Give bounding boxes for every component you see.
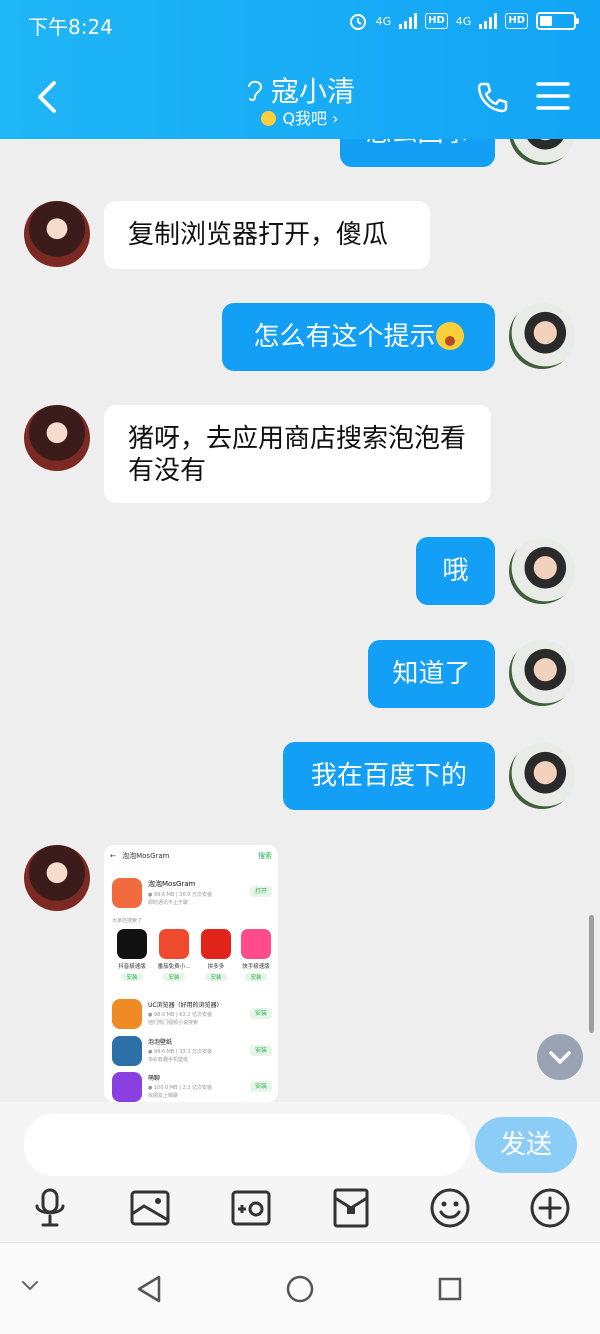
shot-install-button: 安装 <box>250 1008 272 1019</box>
shot-section-title: 大家还搜索了 <box>112 918 143 924</box>
shot-open-button: 打开 <box>250 886 272 897</box>
avatar-self[interactable] <box>509 743 575 809</box>
shot-top-app-meta: ● 99.6 MB | 36.9 万次安装 <box>148 892 213 898</box>
system-nav-bar <box>0 1242 600 1334</box>
plus-icon[interactable] <box>528 1186 572 1230</box>
shot-install-button: 安装 <box>250 1045 272 1056</box>
shot-app-grid: 抖音极速版 安装 番茄免费小... 安装 拼多多 安装 快手极速版 安装 <box>108 929 274 985</box>
shot-search-button: 搜索 <box>258 852 272 860</box>
avatar-contact[interactable] <box>24 405 90 471</box>
network-type-2: 4G <box>455 14 472 28</box>
shot-list-app-meta: ● 99.6 MB | 33.3 万次安装 <box>148 1049 213 1055</box>
shot-list-app-meta: ● 100.0 MB | 2.3 亿次安装 <box>148 1085 213 1091</box>
shot-grid-app-action: 安装 <box>245 973 267 981</box>
kuaishou-icon <box>241 929 271 959</box>
message-bubble-outgoing[interactable]: 哦 <box>416 537 495 605</box>
shot-top-app-desc: 即时通讯不止于聊 <box>148 900 189 906</box>
shot-list-app-name: 萌聊 <box>148 1075 161 1082</box>
shot-grid-app-action: 安装 <box>205 973 227 981</box>
tomato-novel-icon <box>159 929 189 959</box>
shot-list-app-name: UC浏览器（好用的浏览器） <box>148 1002 223 1009</box>
shot-list-app-info: 泡泡壁纸 ● 99.6 MB | 33.3 万次安装 多彩有趣手机壁纸 <box>148 1037 248 1063</box>
avatar-self[interactable] <box>509 303 575 369</box>
contact-name: 寇小清 <box>270 75 355 108</box>
shot-list-app-info: 萌聊 ● 100.0 MB | 2.3 亿次安装 找朋友上萌聊 <box>148 1073 248 1099</box>
shot-grid-app: 快手极速版 安装 <box>236 929 276 981</box>
status-icons: 4G HD 4G HD <box>348 11 579 31</box>
shot-grid-app: 拼多多 安装 <box>196 929 236 981</box>
shot-list-app-desc: 他们热门视频小说搜索 <box>148 1020 199 1026</box>
avatar-contact[interactable] <box>24 845 90 911</box>
tiktok-icon <box>117 929 147 959</box>
hd-badge-1: HD <box>425 13 448 29</box>
shot-grid-app-action: 安装 <box>163 973 185 981</box>
signal-icon-1 <box>399 13 418 29</box>
send-button[interactable]: 发送 <box>475 1117 577 1173</box>
shot-list-app-desc: 多彩有趣手机壁纸 <box>148 1057 189 1063</box>
shot-list-app-desc: 找朋友上萌聊 <box>148 1093 179 1099</box>
shot-grid-app: 抖音极速版 安装 <box>112 929 152 981</box>
network-type-1: 4G <box>375 14 392 28</box>
image-icon[interactable] <box>128 1186 172 1230</box>
alarm-icon <box>349 14 366 30</box>
nav-home-icon[interactable] <box>285 1274 315 1304</box>
message-input[interactable] <box>24 1114 470 1176</box>
microphone-icon[interactable] <box>28 1186 72 1230</box>
chat-title: 寇小清 <box>0 70 600 110</box>
shot-top-app-name: 泡泡MosGram <box>148 880 196 888</box>
shot-grid-app-name: 快手极速版 <box>242 964 270 970</box>
contact-status[interactable]: Q我吧 › <box>0 105 600 129</box>
message-bubble-outgoing[interactable]: 我在百度下的 <box>283 742 495 810</box>
shot-back-icon: ← <box>110 852 116 860</box>
shot-top-app-info: 泡泡MosGram ● 99.6 MB | 36.9 万次安装 即时通讯不止于聊 <box>148 879 244 906</box>
shot-grid-app-name: 番茄免费小... <box>157 964 191 970</box>
pinduoduo-icon <box>201 929 231 959</box>
wallpaper-app-icon <box>112 1036 142 1066</box>
avatar-self[interactable] <box>509 640 575 706</box>
phone-icon[interactable] <box>476 80 510 114</box>
message-bubble-outgoing[interactable]: 怎么有这个提示 <box>222 303 495 371</box>
shot-search-bar: ← 泡泡MosGram 搜索 <box>110 851 272 865</box>
menglial-app-icon <box>112 1072 142 1102</box>
message-text: 怎么有这个提示 <box>253 322 436 352</box>
avatar-self[interactable] <box>509 538 575 604</box>
hd-badge-2: HD <box>505 13 528 29</box>
red-packet-icon[interactable] <box>329 1186 373 1230</box>
battery-icon <box>536 12 579 30</box>
avatar-contact[interactable] <box>24 201 90 267</box>
chevron-down-icon <box>549 1051 571 1064</box>
shot-list-app-info: UC浏览器（好用的浏览器） ● 98.0 MB | 63.2 亿次安装 他们热门… <box>148 1000 248 1026</box>
smile-status-icon <box>261 111 277 126</box>
menu-icon[interactable] <box>536 81 570 111</box>
emoji-icon[interactable] <box>428 1186 472 1230</box>
shot-grid-app-action: 安装 <box>121 973 143 981</box>
status-bar: 下午8:24 4G HD 4G HD <box>0 0 600 50</box>
message-bubble-incoming[interactable]: 猪呀，去应用商店搜索泡泡看有没有 <box>104 405 491 503</box>
shot-search-query: 泡泡MosGram <box>122 852 170 860</box>
message-bubble-incoming[interactable]: 复制浏览器打开，傻瓜 <box>104 201 430 269</box>
shot-install-button: 安装 <box>250 1081 272 1092</box>
shot-list-app-name: 泡泡壁纸 <box>148 1039 173 1046</box>
chevron-down-icon[interactable] <box>20 1279 40 1293</box>
shot-app-icon-mosgram <box>112 878 142 908</box>
chat-header: 下午8:24 4G HD 4G HD 寇小清 Q我吧 › <box>0 0 600 139</box>
status-time: 下午8:24 <box>28 15 113 39</box>
shared-screenshot-image[interactable]: ← 泡泡MosGram 搜索 泡泡MosGram ● 99.6 MB | 36.… <box>104 845 278 1102</box>
ear-icon <box>247 80 262 102</box>
nav-back-icon[interactable] <box>136 1274 162 1304</box>
signal-icon-2 <box>479 13 498 29</box>
nav-recents-icon[interactable] <box>437 1276 463 1302</box>
shot-grid-app-name: 抖音极速版 <box>118 964 146 970</box>
shot-list-app-meta: ● 98.0 MB | 63.2 亿次安装 <box>148 1012 213 1018</box>
uc-browser-icon <box>112 999 142 1029</box>
shot-grid-app: 番茄免费小... 安装 <box>154 929 194 981</box>
contact-status-text: Q我吧 › <box>282 109 339 128</box>
camera-icon[interactable] <box>229 1186 273 1230</box>
message-bubble-outgoing[interactable]: 知道了 <box>368 640 495 708</box>
shot-grid-app-name: 拼多多 <box>207 964 225 970</box>
scroll-to-bottom-button[interactable] <box>537 1034 583 1080</box>
scrollbar[interactable] <box>589 915 594 1033</box>
shocked-emoji-icon <box>435 322 464 350</box>
